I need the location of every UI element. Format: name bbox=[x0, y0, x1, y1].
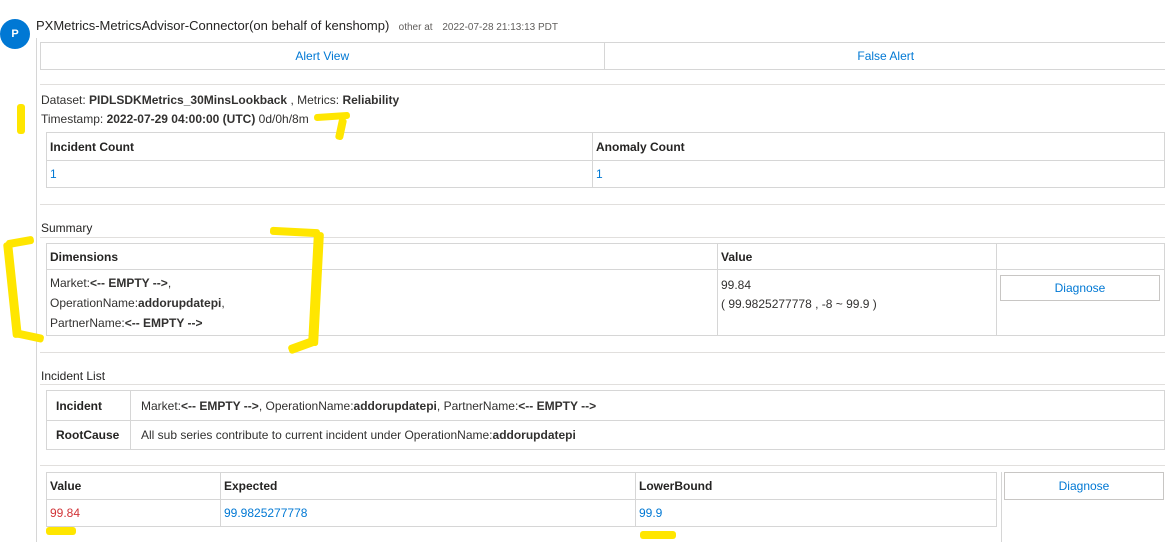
detail-expected[interactable]: 99.9825277778 bbox=[220, 499, 636, 527]
detail-lowerbound-header: LowerBound bbox=[635, 472, 997, 500]
alert-view-button[interactable]: Alert View bbox=[41, 43, 604, 69]
diagnose-button[interactable]: Diagnose bbox=[1000, 275, 1160, 301]
divider bbox=[40, 84, 1165, 85]
rootcause-value: All sub series contribute to current inc… bbox=[130, 420, 1165, 450]
dataset-label: Dataset: bbox=[41, 93, 86, 107]
dataset-line: Dataset: PIDLSDKMetrics_30MinsLookback ,… bbox=[41, 93, 399, 107]
dataset-value: PIDLSDKMetrics_30MinsLookback bbox=[89, 93, 288, 107]
dimension-separator: , bbox=[167, 275, 172, 290]
divider bbox=[40, 465, 1165, 466]
alert-card: Alert View False Alert Dataset: PIDLSDKM… bbox=[36, 38, 1165, 542]
detail-diagnose-panel: Diagnose bbox=[1001, 472, 1165, 542]
incident-key: PartnerName: bbox=[443, 398, 519, 413]
incident-separator: , bbox=[258, 398, 263, 413]
counts-table: Incident Count Anomaly Count 1 1 bbox=[46, 132, 1165, 188]
divider bbox=[40, 352, 1165, 353]
sender-name[interactable]: PXMetrics-MetricsAdvisor-Connector(on be… bbox=[36, 18, 389, 33]
dimension-separator: , bbox=[221, 295, 225, 310]
action-header bbox=[996, 243, 1165, 270]
duration: 0d/0h/8m bbox=[258, 112, 309, 126]
message-header: PXMetrics-MetricsAdvisor-Connector(on be… bbox=[36, 18, 558, 36]
dimension-key: OperationName: bbox=[50, 295, 139, 310]
dimension-value: addorupdatepi bbox=[138, 295, 222, 310]
highlight-mark bbox=[46, 527, 76, 535]
dimensions-header: Dimensions bbox=[46, 243, 718, 270]
detail-diagnose-button[interactable]: Diagnose bbox=[1004, 472, 1164, 500]
summary-title: Summary bbox=[41, 221, 93, 235]
dimension-market: Market:<-- EMPTY -->, bbox=[50, 273, 714, 293]
rootcause-label: RootCause bbox=[46, 420, 131, 450]
timestamp-value: 2022-07-29 04:00:00 (UTC) bbox=[106, 112, 256, 126]
anomaly-count-value[interactable]: 1 bbox=[592, 160, 1165, 188]
incident-dim-value: addorupdatepi bbox=[353, 398, 437, 413]
value-cell: 99.84 ( 99.9825277778 , -8 ~ 99.9 ) bbox=[717, 269, 997, 336]
detail-lowerbound[interactable]: 99.9 bbox=[635, 499, 997, 527]
divider bbox=[40, 237, 1165, 238]
incident-key: OperationName: bbox=[265, 398, 354, 413]
value-header: Value bbox=[717, 243, 997, 270]
dimension-value: <-- EMPTY --> bbox=[124, 315, 203, 330]
highlight-mark bbox=[3, 241, 22, 339]
highlight-mark bbox=[640, 531, 676, 539]
incident-count-value[interactable]: 1 bbox=[46, 160, 593, 188]
dimension-partner: PartnerName:<-- EMPTY --> bbox=[50, 313, 714, 333]
incident-key: Market: bbox=[141, 398, 182, 413]
incident-dim-value: <-- EMPTY --> bbox=[518, 398, 597, 413]
incident-separator: , bbox=[436, 398, 441, 413]
detail-value-header: Value bbox=[46, 472, 221, 500]
incident-value: Market:<-- EMPTY -->, OperationName:addo… bbox=[130, 390, 1165, 421]
avatar[interactable]: P bbox=[0, 19, 30, 49]
diagnose-cell: Diagnose bbox=[996, 269, 1165, 336]
highlight-mark bbox=[17, 104, 25, 134]
divider bbox=[40, 204, 1165, 205]
dimension-operation: OperationName:addorupdatepi, bbox=[50, 293, 714, 313]
dimensions-cell: Market:<-- EMPTY -->, OperationName:addo… bbox=[46, 269, 718, 336]
dimension-key: PartnerName: bbox=[50, 315, 125, 330]
false-alert-button[interactable]: False Alert bbox=[603, 43, 1165, 69]
rootcause-text: All sub series contribute to current inc… bbox=[141, 428, 493, 442]
incident-label: Incident bbox=[46, 390, 131, 421]
dimension-key: Market: bbox=[50, 275, 91, 290]
detail-value[interactable]: 99.84 bbox=[46, 499, 221, 527]
metrics-label: , Metrics: bbox=[290, 93, 340, 107]
divider bbox=[40, 384, 1165, 385]
dimension-value: <-- EMPTY --> bbox=[90, 275, 168, 290]
incident-dim-value: <-- EMPTY --> bbox=[181, 398, 259, 413]
message-meta: other at 2022-07-28 21:13:13 PDT bbox=[399, 22, 558, 33]
timestamp-label: Timestamp: bbox=[41, 112, 104, 126]
action-bar: Alert View False Alert bbox=[40, 42, 1165, 70]
incident-count-header: Incident Count bbox=[46, 132, 593, 161]
detail-table: Value Expected LowerBound 99.84 99.98252… bbox=[46, 472, 997, 527]
incident-list-title: Incident List bbox=[41, 369, 106, 383]
rootcause-dim: addorupdatepi bbox=[492, 428, 576, 442]
message-label: other at bbox=[398, 22, 433, 33]
metrics-value: Reliability bbox=[342, 93, 400, 107]
anomaly-count-header: Anomaly Count bbox=[592, 132, 1165, 161]
summary-table: Dimensions Value Market:<-- EMPTY -->, O… bbox=[46, 243, 1165, 336]
message-timestamp: 2022-07-28 21:13:13 PDT bbox=[442, 22, 558, 33]
summary-range: ( 99.9825277778 , -8 ~ 99.9 ) bbox=[721, 297, 877, 311]
summary-value: 99.84 bbox=[721, 278, 752, 292]
timestamp-line: Timestamp: 2022-07-29 04:00:00 (UTC) 0d/… bbox=[41, 112, 309, 126]
detail-expected-header: Expected bbox=[220, 472, 636, 500]
incident-table: Incident Market:<-- EMPTY -->, Operation… bbox=[46, 390, 1165, 450]
